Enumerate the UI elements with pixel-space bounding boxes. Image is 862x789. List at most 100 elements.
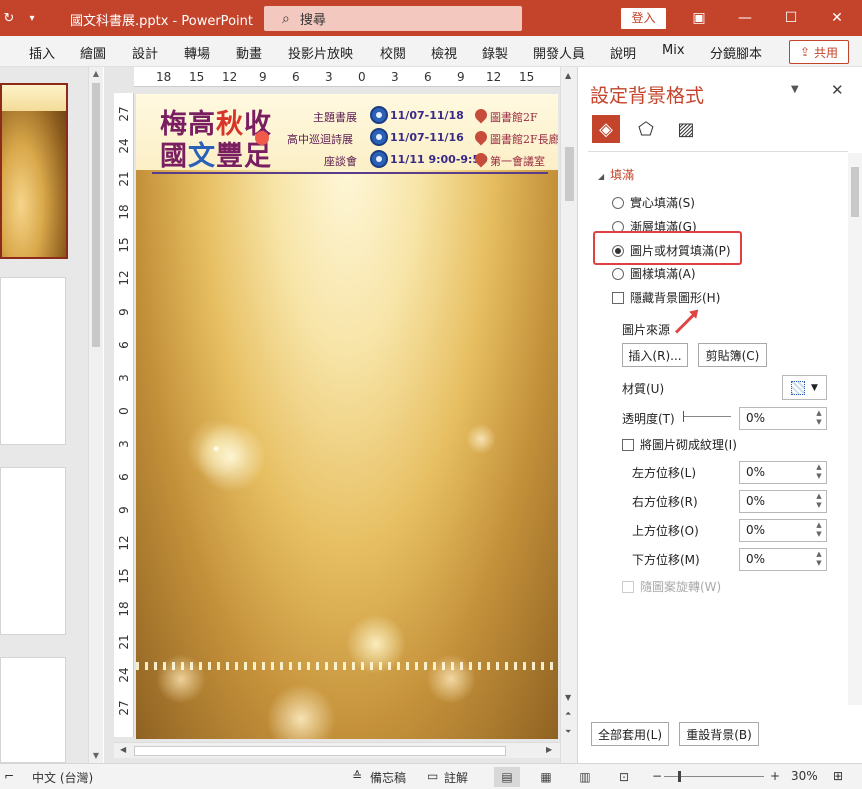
signin-button[interactable]: 登入	[621, 8, 666, 29]
offset-bottom-label: 下方位移(M)	[632, 553, 700, 567]
ruler-tick: 6	[292, 70, 300, 84]
tab-mix[interactable]: Mix	[662, 43, 685, 58]
minimize-button[interactable]: —	[722, 0, 768, 36]
notes-button[interactable]: 備忘稿	[370, 769, 406, 786]
panel-scrollbar[interactable]	[848, 153, 862, 705]
spellcheck-icon[interactable]: ⌐	[4, 769, 14, 783]
zoom-out-button[interactable]: −	[652, 769, 662, 783]
panel-options-icon[interactable]: ▼	[791, 84, 799, 95]
offset-top-value: 0%	[746, 523, 766, 537]
slide-thumbnail-4[interactable]	[0, 657, 66, 763]
tab-view[interactable]: 檢視	[431, 43, 457, 62]
fill-section-header[interactable]: ◢ 填滿	[598, 166, 634, 183]
tab-storyboard[interactable]: 分鏡腳本	[710, 43, 762, 62]
zoom-level[interactable]: 30%	[791, 769, 818, 783]
language-indicator[interactable]: 中文 (台灣)	[32, 769, 93, 786]
clipboard-button[interactable]: 剪貼簿(C)	[698, 343, 767, 367]
scrollbar-thumb[interactable]	[92, 83, 100, 347]
tab-draw[interactable]: 繪圖	[80, 43, 106, 62]
search-box[interactable]: ⌕ 搜尋	[264, 6, 522, 31]
transparency-slider[interactable]	[683, 411, 731, 422]
tab-record[interactable]: 錄製	[482, 43, 508, 62]
spinner-arrows-icon[interactable]: ▲ ▼	[813, 463, 825, 482]
normal-view-icon[interactable]: ▤	[494, 767, 520, 787]
tab-transitions[interactable]: 轉場	[184, 43, 210, 62]
zoom-in-button[interactable]: +	[770, 769, 780, 783]
comments-button[interactable]: 註解	[444, 769, 468, 786]
next-slide-icon[interactable]: ⏷	[565, 727, 571, 737]
ruler-tick: 18	[156, 70, 172, 84]
apply-to-all-button[interactable]: 全部套用(L)	[591, 722, 669, 746]
notes-icon[interactable]: ≙	[352, 769, 362, 783]
quick-access-dropdown[interactable]: ▾	[18, 13, 46, 24]
scroll-up-icon[interactable]: ▲	[89, 67, 103, 81]
share-button[interactable]: ⇪ 共用	[789, 40, 849, 64]
reading-view-icon[interactable]: ▥	[572, 767, 598, 787]
slide-vertical-scrollbar[interactable]: ▲ ▼ ⏶ ⏷	[560, 67, 577, 763]
scroll-left-icon[interactable]: ◀	[120, 745, 126, 754]
slide-thumbnail-2[interactable]	[0, 277, 66, 445]
maximize-button[interactable]: ☐	[768, 0, 814, 36]
scroll-down-icon[interactable]: ▼	[89, 749, 103, 763]
slide-sorter-icon[interactable]: ▦	[533, 767, 559, 787]
scrollbar-thumb[interactable]	[565, 147, 574, 201]
offset-top-spinner[interactable]: 0% ▲ ▼	[739, 519, 827, 542]
scroll-right-icon[interactable]: ▶	[546, 745, 552, 754]
tab-help[interactable]: 說明	[610, 43, 636, 62]
tab-review[interactable]: 校閱	[380, 43, 406, 62]
scroll-up-icon[interactable]: ▲	[565, 71, 571, 80]
offset-right-label: 右方位移(R)	[632, 495, 698, 509]
slideshow-icon[interactable]: ⊡	[611, 767, 637, 787]
tile-picture-checkbox[interactable]: 將圖片砌成紋理(I)	[622, 436, 737, 453]
offset-right-spinner[interactable]: 0% ▲ ▼	[739, 490, 827, 513]
offset-left-spinner[interactable]: 0% ▲ ▼	[739, 461, 827, 484]
radio-button[interactable]	[612, 196, 624, 209]
tab-insert[interactable]: 插入	[29, 43, 55, 62]
transparency-spinner[interactable]: 0% ▲ ▼	[739, 407, 827, 430]
close-button[interactable]: ✕	[814, 0, 860, 36]
radio-button[interactable]	[612, 267, 624, 280]
offset-bottom-value: 0%	[746, 552, 766, 566]
spinner-arrows-icon[interactable]: ▲ ▼	[813, 550, 825, 569]
title-char: 豐	[216, 141, 243, 172]
autosave-icon[interactable]: ↻	[0, 0, 18, 36]
ruler-tick: 12	[117, 270, 131, 286]
zoom-slider[interactable]	[664, 771, 764, 782]
checkbox[interactable]	[622, 438, 634, 451]
horizontal-scrollbar[interactable]: ◀ ▶	[114, 742, 562, 758]
texture-picker[interactable]: ▼	[782, 375, 827, 400]
scrollbar-thumb[interactable]	[134, 746, 506, 756]
prev-slide-icon[interactable]: ⏶	[565, 709, 571, 719]
tab-slideshow[interactable]: 投影片放映	[288, 43, 353, 62]
scrollbar-thumb[interactable]	[851, 167, 859, 217]
insert-picture-button[interactable]: 插入(R)...	[622, 343, 688, 367]
slide-canvas[interactable]: 梅 高 秋 收 國 文 豐 足 主題書展 高中巡迴詩展 座談會 11/07-11…	[136, 94, 558, 739]
offset-bottom-spinner[interactable]: 0% ▲ ▼	[739, 548, 827, 571]
slide-thumbnail-3[interactable]	[0, 467, 66, 635]
solid-fill-radio[interactable]: 實心填滿(S)	[612, 194, 695, 211]
spinner-arrows-icon[interactable]: ▲ ▼	[813, 409, 825, 428]
powerpoint-window: { "titlebar": { "autosave_icon": "autosa…	[0, 0, 862, 789]
comments-icon[interactable]: ▭	[427, 769, 438, 783]
rotate-with-shape-label: 隨圖案旋轉(W)	[640, 580, 722, 594]
thumbnail-scrollbar[interactable]: ▲ ▼	[88, 67, 103, 763]
reset-background-button[interactable]: 重設背景(B)	[679, 722, 759, 746]
tab-design[interactable]: 設計	[132, 43, 158, 62]
spinner-arrows-icon[interactable]: ▲ ▼	[813, 492, 825, 511]
hide-background-graphics[interactable]: 隱藏背景圖形(H)	[612, 289, 720, 306]
fill-bucket-icon[interactable]: ◈	[592, 115, 620, 143]
tab-developer[interactable]: 開發人員	[533, 43, 585, 62]
picture-icon[interactable]: ▨	[672, 115, 700, 143]
fit-to-window-icon[interactable]: ⊞	[833, 769, 843, 783]
tab-animations[interactable]: 動畫	[236, 43, 262, 62]
ribbon-display-icon[interactable]: ▣	[676, 0, 722, 36]
effects-pentagon-icon[interactable]: ⬠	[632, 115, 660, 143]
ruler-tick: 6	[117, 473, 131, 481]
checkbox[interactable]	[612, 291, 624, 304]
pattern-fill-radio[interactable]: 圖樣填滿(A)	[612, 265, 696, 282]
scroll-down-icon[interactable]: ▼	[565, 693, 571, 702]
close-icon[interactable]: ✕	[831, 81, 844, 99]
slide-thumbnail-1[interactable]	[0, 83, 68, 259]
spinner-arrows-icon[interactable]: ▲ ▼	[813, 521, 825, 540]
zoom-slider-knob[interactable]	[678, 771, 681, 782]
